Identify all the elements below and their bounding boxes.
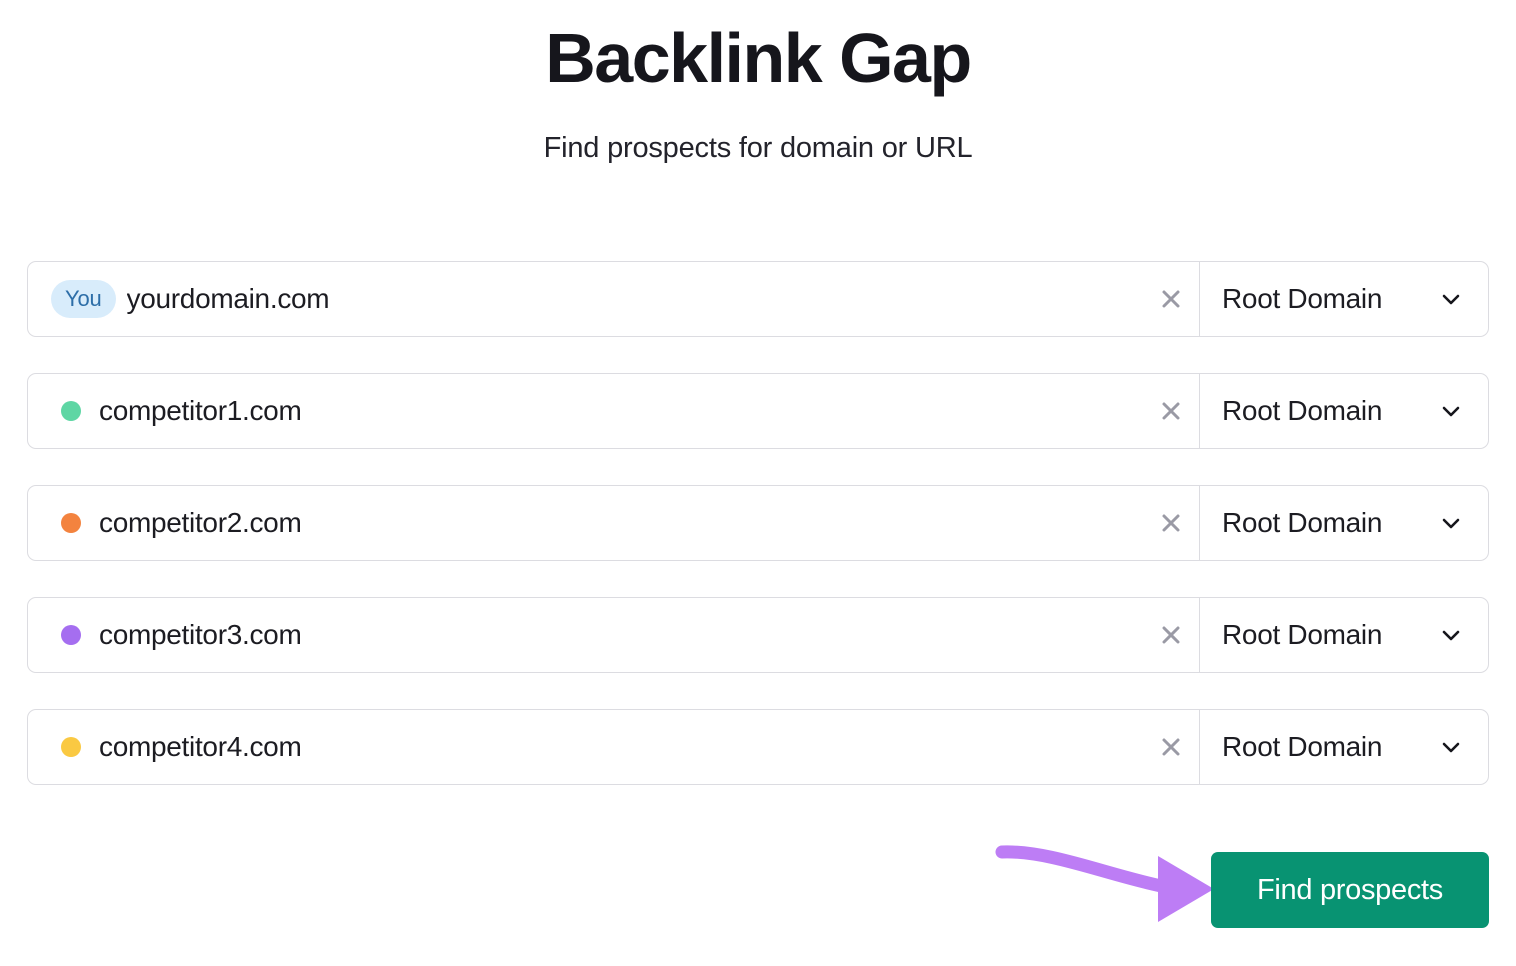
competitor-color-dot bbox=[61, 737, 81, 757]
domain-input[interactable]: competitor2.com bbox=[28, 486, 1143, 560]
domain-input[interactable]: You yourdomain.com bbox=[28, 262, 1143, 336]
close-icon bbox=[1158, 510, 1184, 536]
scope-select[interactable]: Root Domain bbox=[1200, 710, 1488, 784]
domain-value: competitor4.com bbox=[99, 731, 302, 762]
action-area: Find prospects bbox=[0, 838, 1516, 948]
competitor-color-dot bbox=[61, 401, 81, 421]
page-subtitle: Find prospects for domain or URL bbox=[543, 131, 973, 164]
you-badge: You bbox=[51, 280, 116, 318]
scope-select-label: Root Domain bbox=[1222, 507, 1383, 538]
page-title: Backlink Gap bbox=[545, 19, 972, 97]
scope-select[interactable]: Root Domain bbox=[1200, 374, 1488, 448]
competitor-color-dot bbox=[61, 513, 81, 533]
chevron-down-icon bbox=[1440, 512, 1462, 534]
backlink-gap-page: Backlink Gap Find prospects for domain o… bbox=[0, 0, 1516, 966]
chevron-down-icon bbox=[1440, 624, 1462, 646]
close-icon bbox=[1158, 398, 1184, 424]
chevron-down-icon bbox=[1440, 736, 1462, 758]
chevron-down-icon bbox=[1440, 400, 1462, 422]
clear-domain-button[interactable] bbox=[1143, 598, 1199, 672]
domain-value: competitor3.com bbox=[99, 619, 302, 650]
page-header: Backlink Gap Find prospects for domain o… bbox=[0, 0, 1516, 165]
scope-select-label: Root Domain bbox=[1222, 283, 1383, 314]
scope-select-label: Root Domain bbox=[1222, 619, 1383, 650]
close-icon bbox=[1158, 286, 1184, 312]
chevron-down-icon bbox=[1440, 288, 1462, 310]
scope-select-label: Root Domain bbox=[1222, 731, 1383, 762]
domain-row: competitor4.com Root Domain bbox=[27, 709, 1489, 785]
domain-input[interactable]: competitor1.com bbox=[28, 374, 1143, 448]
close-icon bbox=[1158, 622, 1184, 648]
domain-row: competitor3.com Root Domain bbox=[27, 597, 1489, 673]
domain-value: yourdomain.com bbox=[126, 283, 330, 314]
scope-select-label: Root Domain bbox=[1222, 395, 1383, 426]
clear-domain-button[interactable] bbox=[1143, 710, 1199, 784]
clear-domain-button[interactable] bbox=[1143, 262, 1199, 336]
domain-input[interactable]: competitor3.com bbox=[28, 598, 1143, 672]
domain-value: competitor2.com bbox=[99, 507, 302, 538]
domain-value: competitor1.com bbox=[99, 395, 302, 426]
scope-select[interactable]: Root Domain bbox=[1200, 598, 1488, 672]
domain-row: competitor2.com Root Domain bbox=[27, 485, 1489, 561]
scope-select[interactable]: Root Domain bbox=[1200, 262, 1488, 336]
domain-row: You yourdomain.com Root Domain bbox=[27, 261, 1489, 337]
clear-domain-button[interactable] bbox=[1143, 374, 1199, 448]
domain-rows-list: You yourdomain.com Root Domain competitor1.… bbox=[27, 261, 1489, 785]
competitor-color-dot bbox=[61, 625, 81, 645]
find-prospects-button[interactable]: Find prospects bbox=[1211, 852, 1489, 928]
scope-select[interactable]: Root Domain bbox=[1200, 486, 1488, 560]
domain-input[interactable]: competitor4.com bbox=[28, 710, 1143, 784]
curved-arrow-annotation-icon bbox=[990, 838, 1230, 948]
clear-domain-button[interactable] bbox=[1143, 486, 1199, 560]
domain-row: competitor1.com Root Domain bbox=[27, 373, 1489, 449]
close-icon bbox=[1158, 734, 1184, 760]
